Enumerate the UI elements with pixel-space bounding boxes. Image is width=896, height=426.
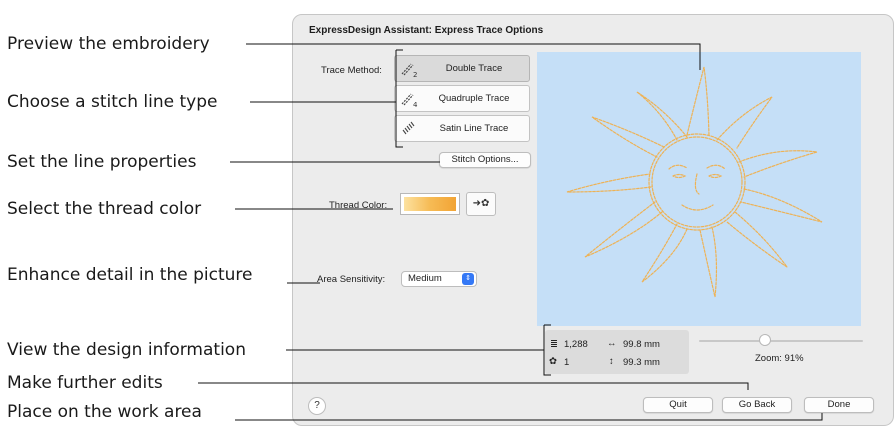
callout-lines	[198, 43, 823, 421]
